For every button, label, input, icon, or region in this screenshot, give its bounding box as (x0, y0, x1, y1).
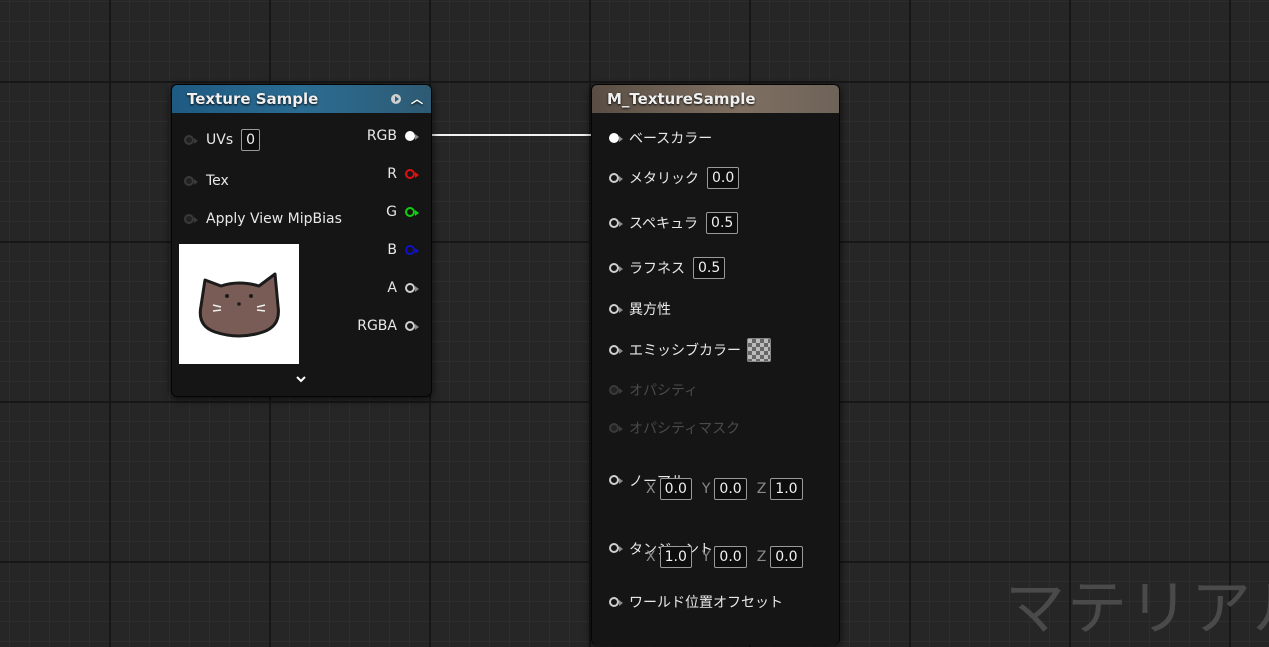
output-pin-b[interactable]: B (387, 242, 419, 258)
material-node-header[interactable]: M_TextureSample (592, 85, 839, 113)
output-pin-r[interactable]: R (387, 166, 419, 182)
pin-opacity-mask: オパシティマスク (609, 418, 740, 438)
texture-preview-image (179, 244, 299, 364)
input-pin-tex[interactable]: Tex (184, 173, 229, 189)
axis-label-x: X (646, 549, 656, 565)
pin-label: オパシティマスク (629, 421, 741, 437)
pin-base-color[interactable]: ベースカラー (609, 128, 712, 148)
output-pin-rgba[interactable]: RGBA (357, 318, 419, 334)
pin-emissive-color[interactable]: エミッシブカラー (609, 338, 771, 362)
pin-icon (609, 423, 623, 433)
pin-icon[interactable] (609, 345, 623, 355)
tangent-z-field[interactable]: 0.0 (770, 546, 803, 568)
pin-icon[interactable] (609, 543, 623, 553)
pin-world-position-offset[interactable]: ワールド位置オフセット (609, 592, 783, 612)
input-pin-apply-view-mipbias[interactable]: Apply View MipBias (184, 211, 342, 227)
pin-label: G (386, 204, 397, 220)
chevron-down-icon[interactable] (294, 372, 308, 386)
node-title: Texture Sample (187, 90, 319, 108)
axis-label-z: Z (756, 481, 767, 497)
metallic-value-field[interactable]: 0.0 (707, 167, 740, 189)
axis-label-x: X (646, 481, 656, 497)
pin-label: A (387, 280, 397, 296)
graph-watermark: マテリアル (1005, 574, 1269, 644)
normal-x-field[interactable]: 0.0 (659, 478, 692, 500)
pin-label: Tex (206, 173, 229, 189)
material-result-node[interactable]: M_TextureSample ベースカラー メタリック 0.0 スペキュラ 0… (591, 84, 840, 645)
pin-label: B (387, 242, 397, 258)
node-title: M_TextureSample (607, 90, 756, 108)
pin-icon[interactable] (609, 263, 623, 273)
pin-icon[interactable] (405, 207, 419, 217)
tangent-vector-fields[interactable]: X 1.0 Y 0.0 Z 0.0 (646, 546, 813, 568)
output-pin-rgb[interactable]: RGB (366, 128, 419, 144)
pin-label: メタリック (629, 171, 699, 187)
cat-face-icon (198, 272, 280, 338)
texture-sample-node[interactable]: Texture Sample ︿ UVs 0 Tex Apply View Mi… (171, 84, 432, 397)
pin-label: オパシティ (629, 383, 699, 399)
pin-icon[interactable] (609, 173, 623, 183)
pin-icon[interactable] (184, 135, 198, 145)
pin-label: ベースカラー (629, 131, 713, 147)
pin-icon[interactable] (609, 597, 623, 607)
pin-icon[interactable] (405, 245, 419, 255)
pin-opacity: オパシティ (609, 380, 698, 400)
pin-metallic[interactable]: メタリック 0.0 (609, 167, 740, 189)
uvs-value-field[interactable]: 0 (241, 129, 261, 151)
pin-roughness[interactable]: ラフネス 0.5 (609, 257, 726, 279)
pin-icon[interactable] (405, 169, 419, 179)
pin-specular[interactable]: スペキュラ 0.5 (609, 212, 739, 234)
pin-icon[interactable] (184, 176, 198, 186)
axis-label-y: Y (701, 549, 711, 565)
pin-label: RGBA (357, 318, 397, 334)
pin-label: RGB (366, 128, 397, 144)
pin-icon[interactable] (609, 304, 623, 314)
input-pin-uvs[interactable]: UVs 0 (184, 129, 261, 151)
normal-vector-fields[interactable]: X 0.0 Y 0.0 Z 1.0 (646, 478, 813, 500)
pin-label: 異方性 (629, 302, 671, 318)
play-icon[interactable] (390, 94, 401, 104)
tangent-y-field[interactable]: 0.0 (714, 546, 747, 568)
pin-label: ワールド位置オフセット (629, 595, 783, 611)
pin-label: UVs (206, 132, 234, 148)
pin-label: R (387, 166, 397, 182)
normal-z-field[interactable]: 1.0 (770, 478, 803, 500)
pin-icon[interactable] (609, 218, 623, 228)
pin-icon[interactable] (609, 475, 623, 485)
tangent-x-field[interactable]: 1.0 (659, 546, 692, 568)
pin-label: スペキュラ (629, 216, 699, 232)
pin-icon[interactable] (609, 133, 623, 143)
output-pin-a[interactable]: A (387, 280, 419, 296)
pin-label: ラフネス (629, 261, 685, 277)
chevron-up-icon[interactable]: ︿ (411, 85, 423, 113)
pin-icon[interactable] (405, 283, 419, 293)
pin-icon[interactable] (405, 131, 419, 141)
pin-icon[interactable] (405, 321, 419, 331)
output-pin-g[interactable]: G (386, 204, 419, 220)
axis-label-z: Z (756, 549, 767, 565)
pin-icon[interactable] (184, 214, 198, 224)
specular-value-field[interactable]: 0.5 (706, 212, 739, 234)
axis-label-y: Y (701, 481, 711, 497)
roughness-value-field[interactable]: 0.5 (693, 257, 726, 279)
normal-y-field[interactable]: 0.0 (714, 478, 747, 500)
pin-icon (609, 385, 623, 395)
pin-anisotropy[interactable]: 異方性 (609, 299, 671, 319)
pin-label: エミッシブカラー (629, 343, 741, 359)
texture-sample-header[interactable]: Texture Sample ︿ (172, 85, 431, 113)
emissive-color-swatch[interactable] (747, 338, 771, 362)
pin-label: Apply View MipBias (206, 211, 342, 227)
connection-wire-rgb-to-base-color (415, 134, 610, 136)
